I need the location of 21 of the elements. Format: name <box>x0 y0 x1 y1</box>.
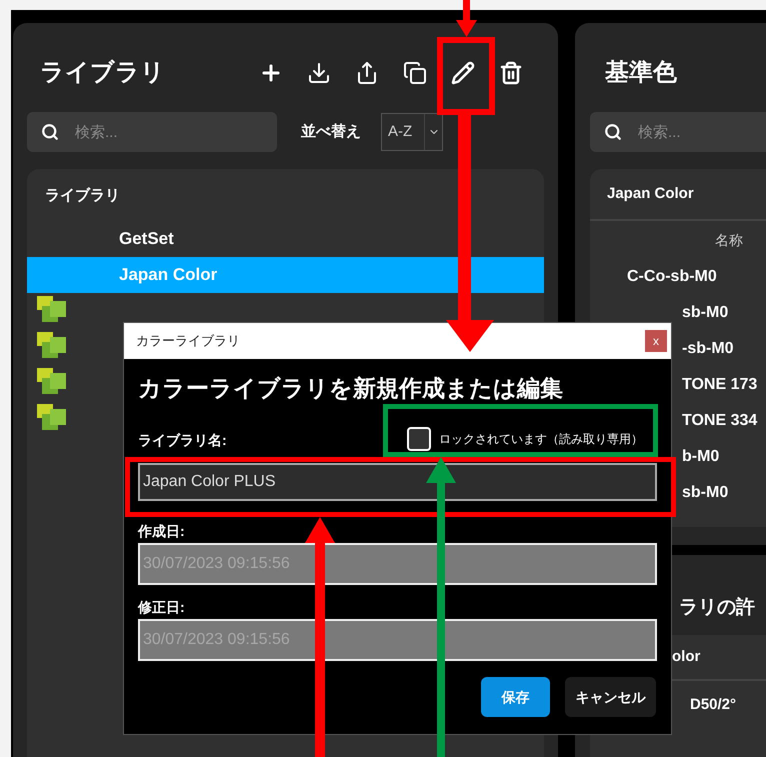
color-name: b-M0 <box>682 447 720 467</box>
table-cell-text: D50/2° <box>690 694 736 715</box>
sort-label: 並べ替え <box>301 122 362 142</box>
dialog-title: カラーライブラリ <box>136 332 240 350</box>
color-name: sb-M0 <box>682 303 728 323</box>
color-name: sb-M0 <box>682 483 728 503</box>
checkbox-label: ロックされています（読み取り専用） <box>439 431 643 448</box>
color-name: TONE 173 <box>682 375 758 395</box>
field-label: 修正日: <box>138 598 185 617</box>
color-name: C-Co-sb-M0 <box>627 267 717 287</box>
panel-title: 基準色 <box>604 58 678 88</box>
dialog-heading: カラーライブラリを新規作成または編集 <box>138 374 563 403</box>
panel-title: ライブラリ <box>39 58 166 88</box>
section-title: ラリの許 <box>679 596 755 620</box>
field-label: ライブラリ名: <box>138 431 227 450</box>
color-name: -sb-M0 <box>682 339 734 359</box>
color-name: TONE 334 <box>682 411 758 431</box>
field-label: 作成日: <box>138 522 185 541</box>
card-header: Japan Color <box>590 169 766 221</box>
list-header: ライブラリ <box>44 186 121 206</box>
column-header: 名称 <box>714 230 744 250</box>
